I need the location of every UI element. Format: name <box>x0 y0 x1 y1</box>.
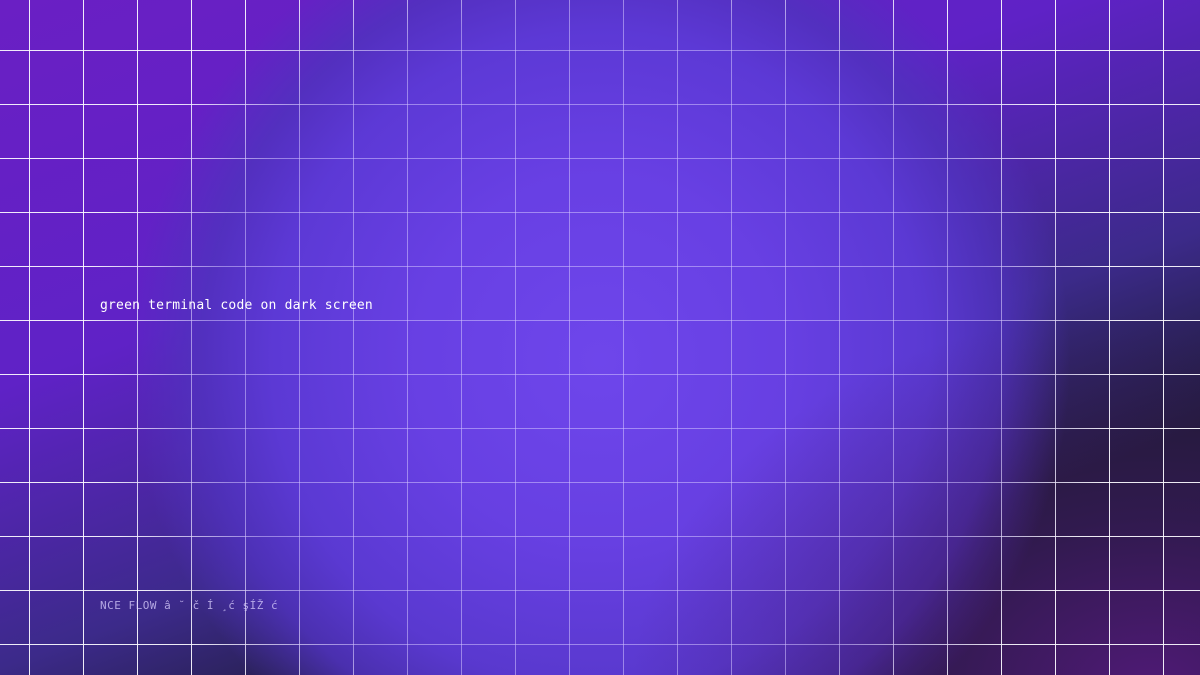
footer-text: NCE FLOW â ˘ č Í ¸ć şÍŽ ć <box>100 599 279 612</box>
image-caption: green terminal code on dark screen <box>100 298 373 313</box>
grid-overlay-corner <box>0 0 1200 675</box>
background-canvas: green terminal code on dark screen NCE F… <box>0 0 1200 675</box>
